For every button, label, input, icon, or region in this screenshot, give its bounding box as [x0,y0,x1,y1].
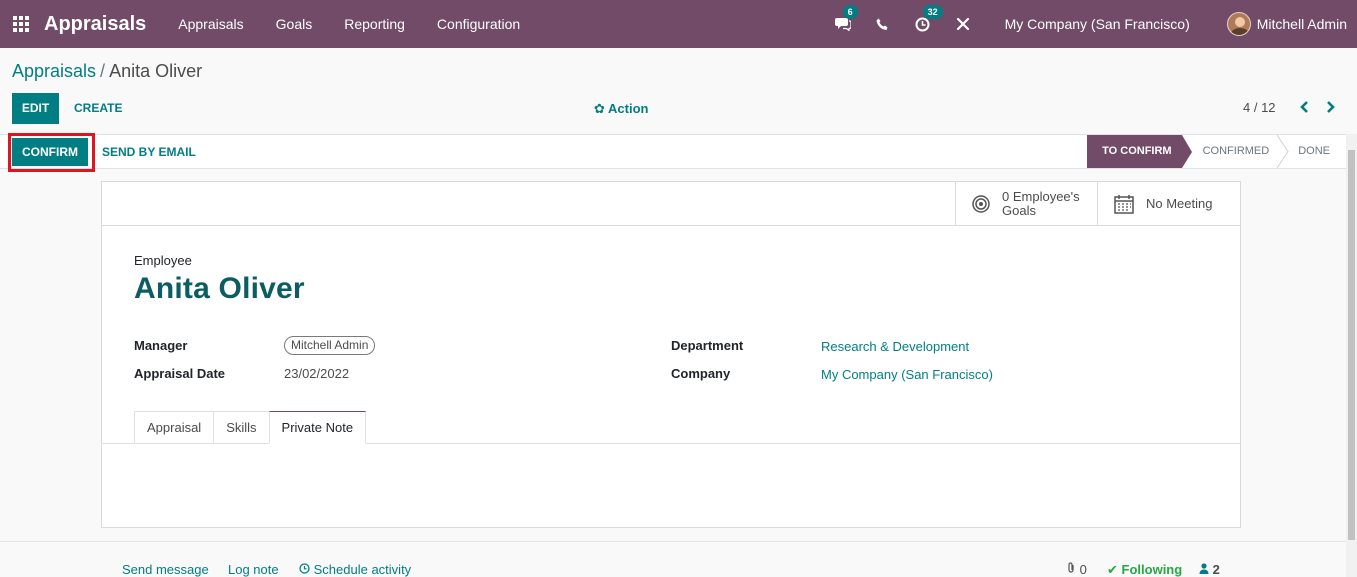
goals-label: Goals [1002,203,1036,218]
send-by-email-button[interactable]: SEND BY EMAIL [102,145,196,159]
check-icon: ✔ [1107,562,1118,577]
followers-count: 2 [1212,562,1220,577]
log-note-button[interactable]: Log note [228,562,279,577]
page-scrollbar[interactable] [1346,134,1357,577]
form-statusbar: CONFIRM SEND BY EMAIL TO CONFIRM CONFIRM… [0,134,1346,169]
app-name[interactable]: Appraisals [44,13,146,36]
schedule-activity-label: Schedule activity [313,562,412,577]
calendar-icon [1114,195,1134,214]
followers-button[interactable]: 2 [1199,562,1220,577]
main-menu: Appraisals Goals Reporting Configuration [162,0,536,48]
appraisal-date-value[interactable]: 23/02/2022 [284,366,349,381]
tab-appraisal[interactable]: Appraisal [134,411,214,444]
employee-name[interactable]: Anita Oliver [134,272,305,306]
messages-badge: 6 [842,5,858,19]
following-label: Following [1121,562,1183,577]
activities-badge: 32 [922,5,943,19]
user-menu[interactable]: Mitchell Admin [1257,16,1347,32]
stage-separator-icon [1277,135,1289,168]
company-link[interactable]: My Company (San Francisco) [821,367,993,382]
tab-private-note[interactable]: Private Note [268,411,367,444]
stage-pipeline: TO CONFIRM CONFIRMED DONE [1087,135,1346,168]
manager-tag[interactable]: Mitchell Admin [284,336,376,355]
attachments-count: 0 [1079,562,1087,577]
pager-previous-icon[interactable] [1297,100,1311,116]
company-switcher[interactable]: My Company (San Francisco) [1005,16,1190,32]
user-icon [1199,563,1209,574]
edit-button[interactable]: EDIT [12,93,59,124]
employee-label: Employee [134,253,192,268]
create-button[interactable]: CREATE [74,101,122,115]
menu-configuration[interactable]: Configuration [421,0,536,48]
company-label: Company [671,366,731,381]
menu-goals[interactable]: Goals [260,0,329,48]
user-avatar[interactable] [1226,12,1251,36]
breadcrumb-current: Anita Oliver [109,61,203,81]
attachments-button[interactable]: 0 [1066,562,1087,577]
stage-confirmed[interactable]: CONFIRMED [1182,135,1280,168]
clock-icon [299,563,310,574]
menu-reporting[interactable]: Reporting [328,0,421,48]
send-message-button[interactable]: Send message [122,562,209,577]
appraisal-date-label: Appraisal Date [134,366,226,381]
action-label: Action [608,101,649,116]
stage-done[interactable]: DONE [1289,135,1346,168]
meeting-smart-button[interactable]: No Meeting [1097,182,1240,226]
employee-goals-smart-button[interactable]: 0 Employee's Goals [955,182,1098,226]
department-label: Department [671,338,744,353]
following-button[interactable]: ✔ Following [1107,562,1182,577]
debug-tools-icon[interactable] [953,14,973,34]
breadcrumb-separator: / [100,61,106,81]
paperclip-icon [1068,562,1074,573]
gear-icon: ✿ [594,101,605,116]
confirm-highlight-box [8,133,95,172]
department-link[interactable]: Research & Development [821,339,969,354]
goals-count-label: 0 Employee's [1002,189,1080,204]
meeting-label: No Meeting [1146,196,1213,211]
scrollbar-thumb[interactable] [1348,150,1355,540]
pager-value[interactable]: 4 / 12 [1243,100,1276,115]
action-menu[interactable]: ✿ Action [594,101,649,117]
notebook-tabs: Appraisal Skills Private Note [134,411,367,444]
breadcrumb-appraisals-link[interactable]: Appraisals [12,61,96,81]
phone-icon[interactable] [873,14,893,34]
schedule-activity-button[interactable]: Schedule activity [299,562,411,577]
activities-clock-icon[interactable]: 32 [913,5,943,34]
stage-to-confirm[interactable]: TO CONFIRM [1087,135,1193,168]
chatter-divider [0,541,1346,542]
breadcrumb: Appraisals / Anita Oliver [12,61,202,82]
top-navbar: Appraisals Appraisals Goals Reporting Co… [0,0,1357,48]
smart-button-box: 0 Employee's Goals No Meeting [102,182,1240,226]
target-icon [972,195,990,213]
manager-label: Manager [134,338,188,353]
form-sheet: 0 Employee's Goals No Meeting Employee A… [101,181,1241,528]
systray: 6 32 My Company (San Francisco) Mitchell… [823,0,1357,48]
pager-next-icon[interactable] [1324,100,1338,116]
app-menu-grid-icon[interactable] [11,14,31,34]
menu-appraisals[interactable]: Appraisals [162,0,259,48]
messages-icon[interactable]: 6 [833,5,858,34]
tab-skills[interactable]: Skills [213,411,269,444]
